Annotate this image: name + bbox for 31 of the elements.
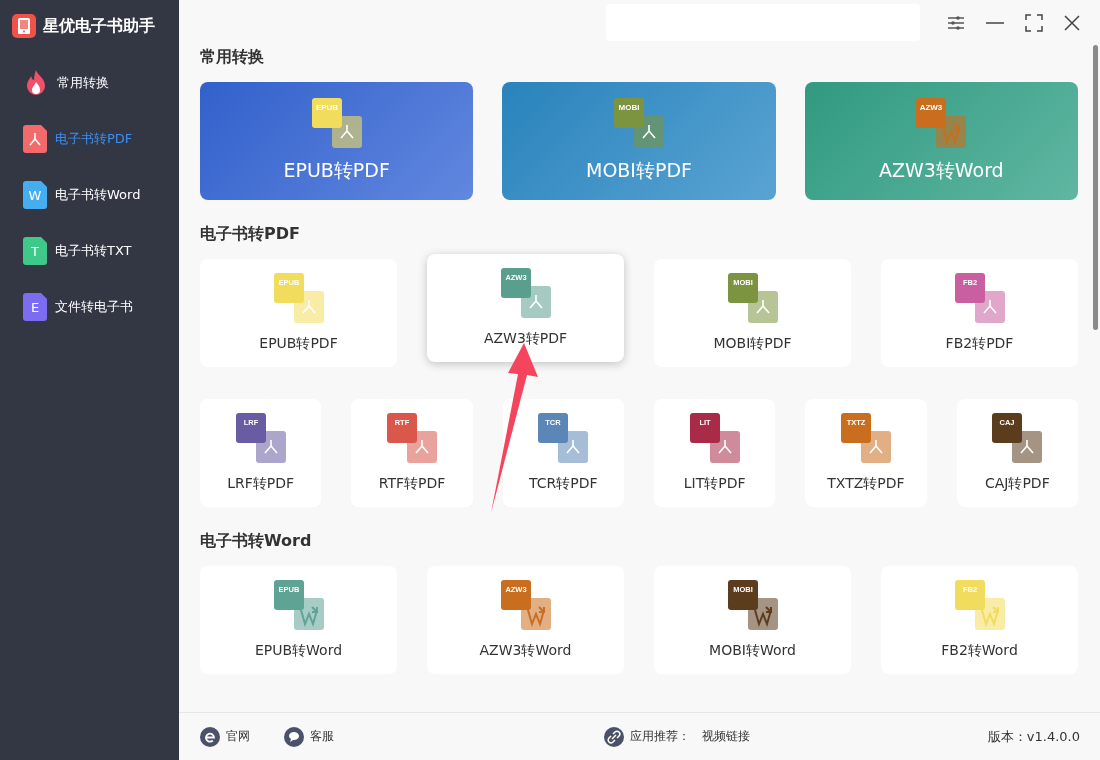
fullscreen-icon[interactable]	[1025, 13, 1043, 32]
sidebar-item[interactable]: T 电子书转TXT	[0, 223, 179, 279]
section-title: 常用转换	[200, 46, 265, 68]
sidebar-item[interactable]: 常用转换	[0, 55, 179, 111]
sidebar-item[interactable]: E 文件转电子书	[0, 279, 179, 335]
chat-icon	[284, 726, 304, 747]
section-title: 电子书转Word	[200, 530, 313, 552]
browser-icon	[200, 726, 220, 747]
icon-letter: W	[28, 188, 42, 203]
close-icon[interactable]	[1064, 14, 1080, 31]
minimize-icon[interactable]	[986, 21, 1004, 24]
version-text: 版本：v1.4.0.0	[987, 727, 1080, 746]
recommend-label: 应用推荐：	[630, 728, 690, 745]
tablet-logo-icon	[12, 14, 36, 38]
section-title: 电子书转PDF	[200, 223, 301, 245]
footer-link[interactable]: 官网	[226, 728, 250, 745]
link-icon	[604, 726, 624, 747]
icon-letter: T	[31, 244, 39, 259]
format-label: AZW3	[920, 103, 943, 112]
format-label: EPUB	[315, 103, 338, 112]
format-label: MOBI	[618, 103, 640, 112]
featured-card[interactable]: EPUB EPUB转PDF	[200, 82, 474, 200]
sidebar-item[interactable]: 电子书转PDF	[0, 111, 179, 167]
footer-link[interactable]: 客服	[310, 728, 334, 745]
app-title: 星优电子书助手	[43, 15, 155, 37]
video-link[interactable]: 视频链接	[702, 728, 750, 745]
featured-card[interactable]: AZW3 AZW3转Word	[804, 82, 1078, 200]
pdf-file-icon	[23, 125, 47, 153]
settings-icon[interactable]	[947, 13, 965, 32]
icon-letter: E	[30, 300, 40, 315]
sidebar-item[interactable]: W 电子书转Word	[0, 167, 179, 223]
